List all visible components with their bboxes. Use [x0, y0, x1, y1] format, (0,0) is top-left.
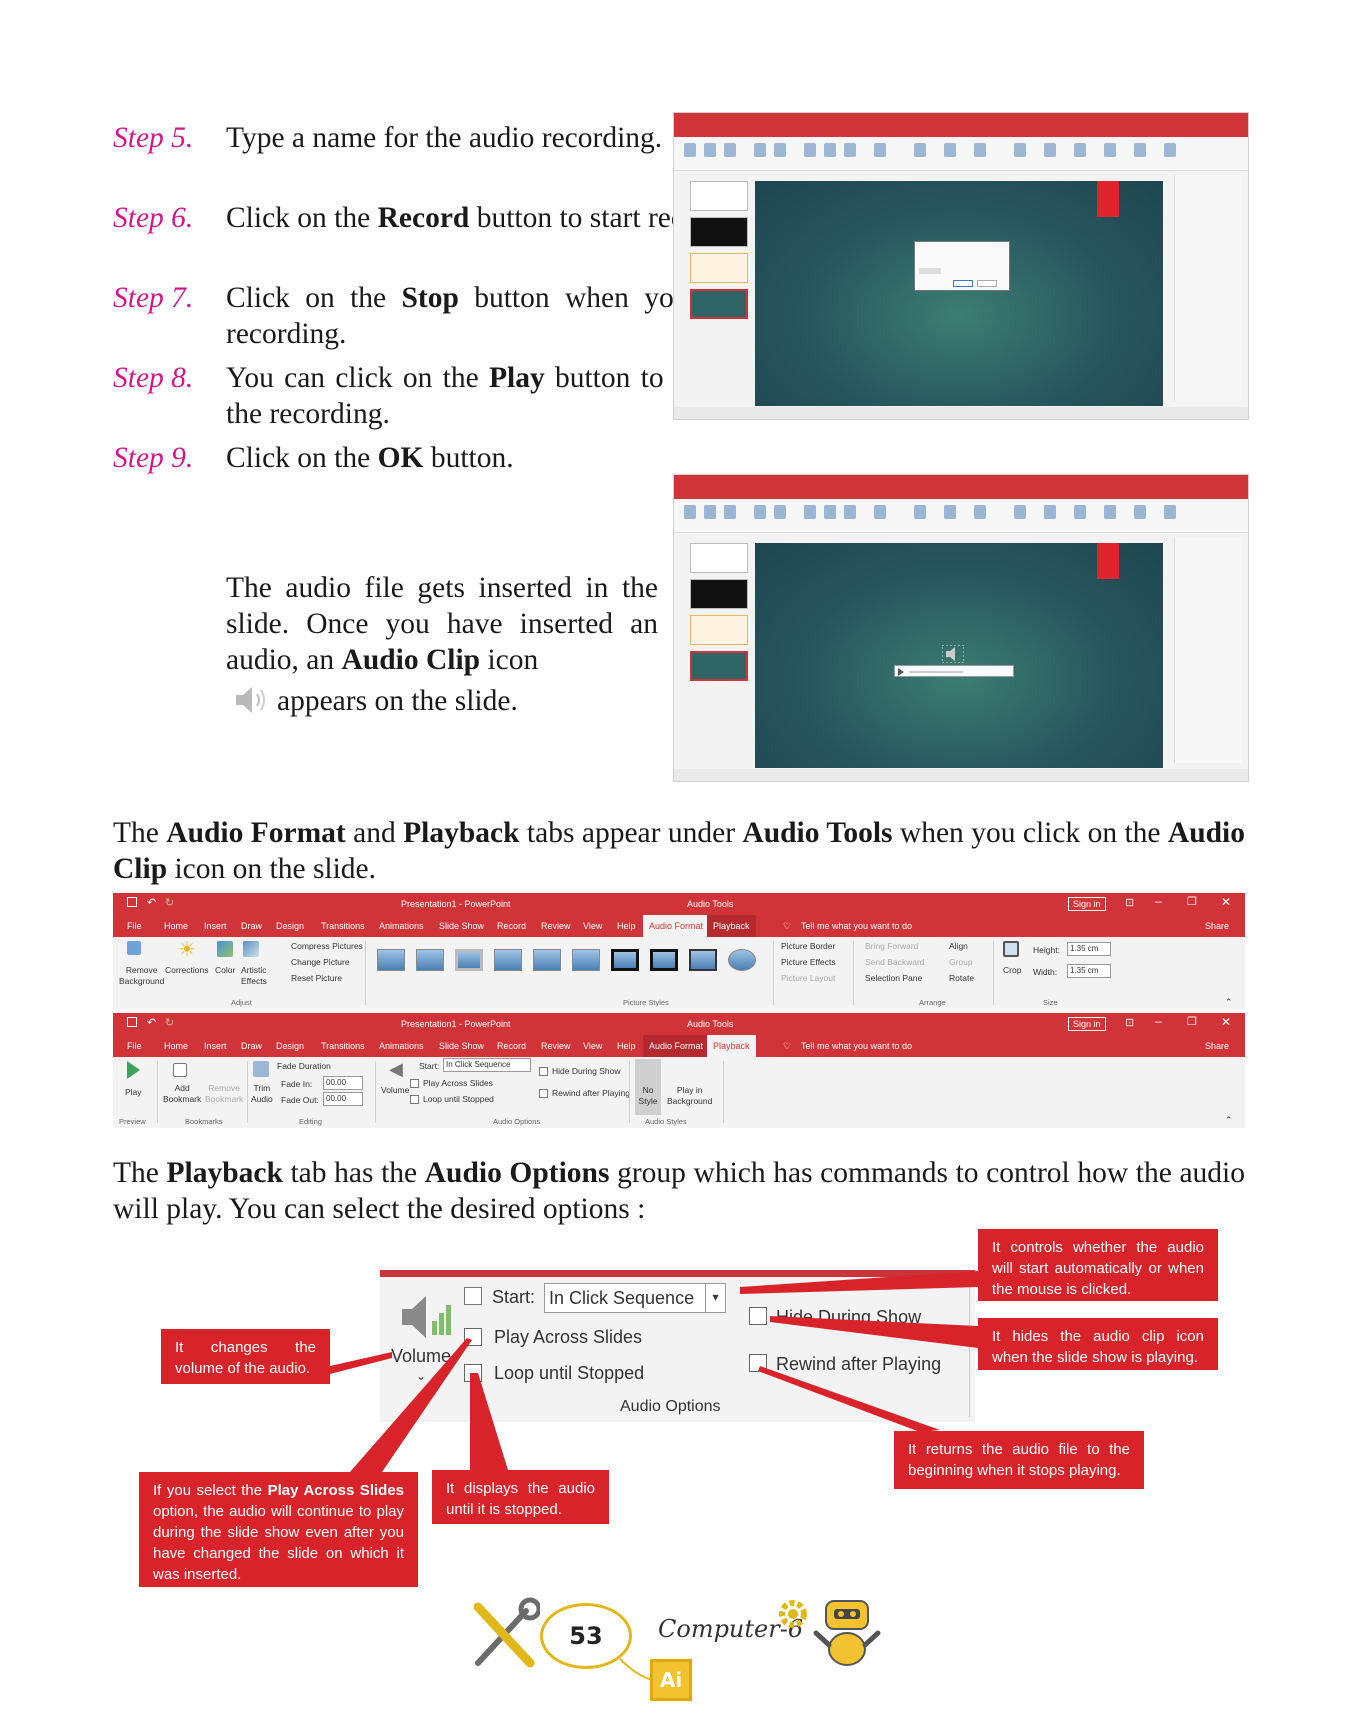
callout-leader-lines: [330, 1271, 978, 1472]
page-footer: 53 Computer-6 Ai: [470, 1593, 900, 1725]
robot-icon: [813, 1600, 881, 1666]
leader-volume: [330, 1352, 392, 1374]
tools-icon: [473, 1597, 540, 1668]
leader-start: [740, 1271, 978, 1294]
callout-text: If you select the: [153, 1482, 268, 1499]
callout-start: It controls whether the audio will start…: [978, 1229, 1218, 1301]
callout-rewind: It returns the audio file to the beginni…: [894, 1431, 1144, 1489]
callout-loop: It displays the audio until it is stoppe…: [432, 1470, 609, 1524]
callout-bold: Play Across Slides: [267, 1482, 404, 1499]
ai-chip-icon: Ai: [650, 1659, 692, 1701]
leader-loop: [470, 1373, 508, 1470]
callout-volume: It changes the volume of the audio.: [161, 1329, 330, 1384]
callout-text: option, the audio will continue to play …: [153, 1503, 404, 1583]
callout-play-across: If you select the Play Across Slides opt…: [139, 1472, 418, 1587]
gear-icon: [779, 1600, 807, 1628]
leader-hide: [770, 1316, 978, 1348]
leader-rewind: [758, 1366, 940, 1432]
page-number: 53: [540, 1603, 632, 1669]
callout-hide: It hides the audio clip icon when the sl…: [978, 1318, 1218, 1370]
